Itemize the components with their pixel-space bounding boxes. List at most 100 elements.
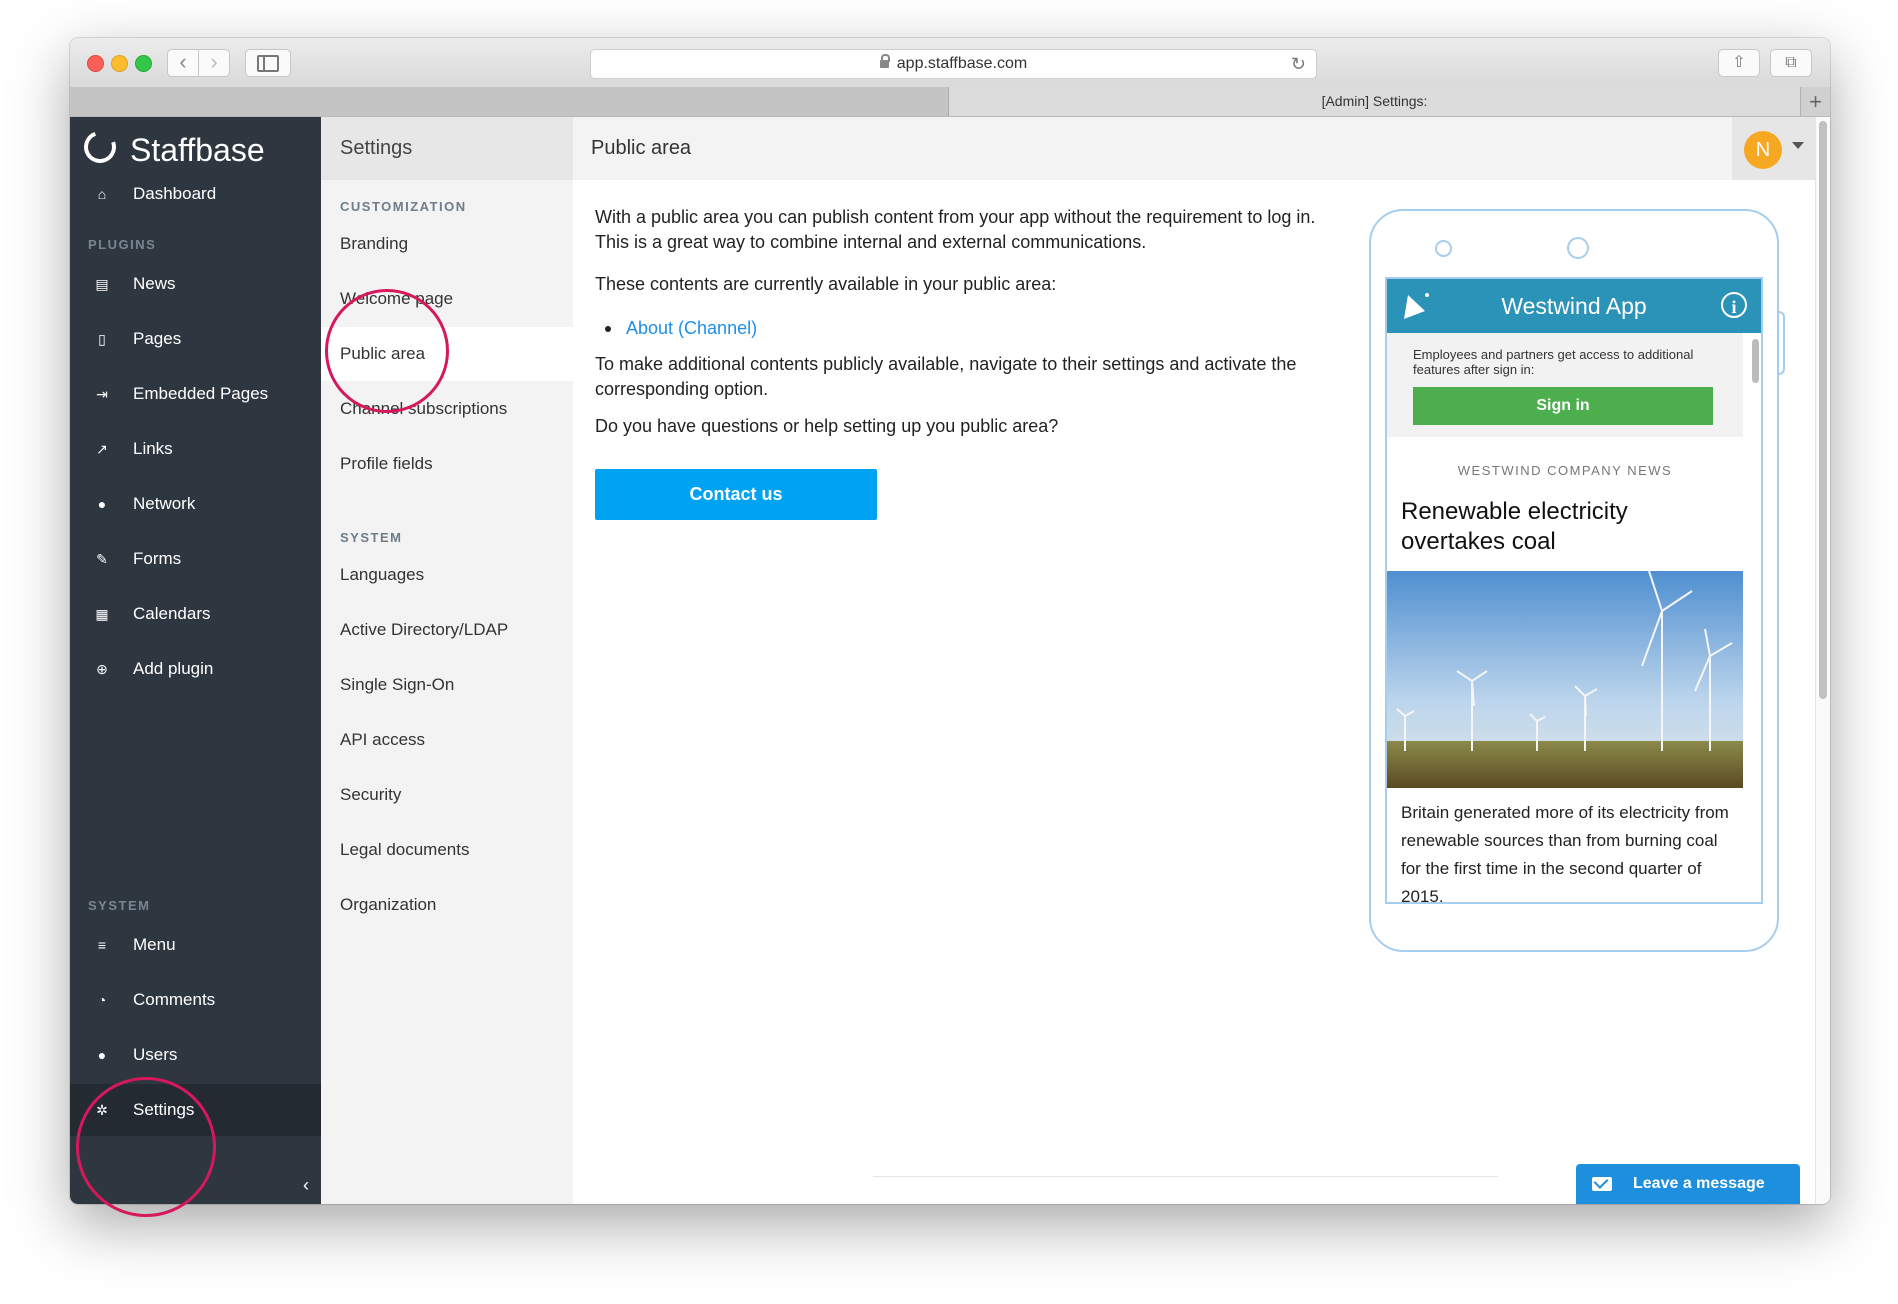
envelope-icon (1592, 1177, 1612, 1191)
settings-header: Settings (321, 117, 573, 180)
settings-item-label: Single Sign-On (340, 675, 455, 694)
comments-icon: ◔ (97, 992, 107, 1008)
sidebar-item-add-plugin[interactable]: ⊕ Add plugin (70, 643, 321, 695)
users-icon: ● (97, 1047, 107, 1063)
phone-sensor (1567, 237, 1589, 259)
back-button[interactable]: ‹ (167, 49, 199, 77)
sidebar-item-label: Pages (133, 329, 182, 348)
sidebar-item-embedded-pages[interactable]: ⇥ Embedded Pages (70, 368, 321, 420)
settings-item-label: Legal documents (340, 840, 470, 859)
settings-item-legal-documents[interactable]: Legal documents (321, 823, 573, 877)
info-icon[interactable]: i (1721, 292, 1747, 318)
external-link-icon: ↗ (96, 441, 108, 457)
question-text: Do you have questions or help setting up… (595, 416, 1059, 436)
chevron-down-icon[interactable] (1792, 142, 1804, 149)
sidebar-item-comments[interactable]: ◔ Comments (70, 974, 321, 1026)
phone-signin-box: Employees and partners get access to add… (1387, 333, 1743, 437)
browser-window: ‹ › app.staffbase.com ↻ ⇧ ⧉ [Admin] Sett… (70, 38, 1830, 1204)
leave-message-label: Leave a message (1633, 1175, 1765, 1192)
zoom-window-button[interactable] (135, 55, 152, 72)
news-body: Britain generated more of its electricit… (1401, 803, 1729, 904)
settings-item-label: Organization (340, 895, 437, 914)
sidebar-icon (257, 55, 279, 72)
forward-button[interactable]: › (198, 49, 230, 77)
sidebar-item-menu[interactable]: ≡ Menu (70, 919, 321, 971)
main-sidebar: Staffbase ⌂ Dashboard PLUGINS ▤ News ▯ P… (70, 117, 321, 1204)
news-title[interactable]: Renewable electricity overtakes coal (1401, 497, 1721, 557)
sidebar-item-label: Forms (133, 549, 182, 568)
phone-side-button (1777, 311, 1785, 375)
user-menu[interactable]: N (1732, 117, 1816, 180)
sidebar-item-pages[interactable]: ▯ Pages (70, 313, 321, 365)
settings-item-branding[interactable]: Branding (321, 217, 573, 271)
collapse-sidebar-button[interactable]: ‹ (303, 1175, 309, 1196)
sidebar-item-label: Users (133, 1045, 178, 1064)
settings-item-api-access[interactable]: API access (321, 713, 573, 767)
settings-item-label: API access (340, 730, 426, 749)
tab-overview-button[interactable]: ⧉ (1770, 49, 1812, 77)
settings-menu: Settings CUSTOMIZATION Branding Welcome … (321, 117, 573, 1204)
phone-signin-button[interactable]: Sign in (1413, 387, 1713, 425)
divider (873, 1176, 1498, 1177)
sidebar-item-dashboard[interactable]: ⌂ Dashboard (70, 168, 321, 220)
highlight-circle-settings (76, 1077, 216, 1217)
phone-scrollbar[interactable] (1752, 339, 1759, 383)
menu-icon: ≡ (97, 937, 107, 953)
reload-icon[interactable]: ↻ (1291, 50, 1306, 78)
tab-admin-settings[interactable]: [Admin] Settings: (949, 87, 1800, 116)
main-header: Public area N (573, 117, 1830, 180)
phone-preview: Westwind App i Employees and partners ge… (1369, 209, 1785, 952)
share-button[interactable]: ⇧ (1718, 49, 1760, 77)
main-content: Public area N With a public area you can… (573, 117, 1830, 1204)
leave-message-button[interactable]: Leave a message (1576, 1164, 1800, 1204)
close-window-button[interactable] (87, 55, 104, 72)
address-bar[interactable]: app.staffbase.com ↻ (590, 49, 1317, 79)
settings-item-languages[interactable]: Languages (321, 548, 573, 602)
sidebar-item-network[interactable]: ● Network (70, 478, 321, 530)
users-icon: ● (97, 496, 107, 512)
customization-header: CUSTOMIZATION (340, 199, 467, 214)
sidebar-item-links[interactable]: ↗ Links (70, 423, 321, 475)
main-scrollbar[interactable] (1815, 117, 1830, 1204)
minimize-window-button[interactable] (111, 55, 128, 72)
available-list-item: About (Channel) (595, 316, 1355, 341)
contact-us-button[interactable]: Contact us (595, 469, 877, 520)
bullet (605, 326, 611, 332)
settings-item-organization[interactable]: Organization (321, 878, 573, 932)
new-tab-button[interactable]: + (1800, 87, 1830, 116)
app: Staffbase ⌂ Dashboard PLUGINS ▤ News ▯ P… (70, 117, 1830, 1204)
sidebar-item-forms[interactable]: ✎ Forms (70, 533, 321, 585)
settings-title: Settings (340, 137, 413, 159)
tab-inactive[interactable] (70, 87, 949, 116)
plus-circle-icon: ⊕ (96, 661, 108, 677)
sidebar-item-label: Menu (133, 935, 176, 954)
sidebar-toggle-button[interactable] (245, 49, 291, 77)
chevron-right-icon: › (210, 49, 218, 74)
sidebar-item-label: Calendars (133, 604, 211, 623)
settings-item-label: Profile fields (340, 454, 433, 473)
phone-screen: Westwind App i Employees and partners ge… (1385, 277, 1763, 904)
sidebar-item-news[interactable]: ▤ News (70, 258, 321, 310)
settings-item-single-sign-on[interactable]: Single Sign-On (321, 658, 573, 712)
avatar[interactable]: N (1744, 131, 1782, 169)
public-area-description: With a public area you can publish conte… (595, 205, 1355, 439)
settings-item-label: Security (340, 785, 402, 804)
phone-app-title: Westwind App (1501, 293, 1647, 319)
news-kicker: WESTWIND COMPANY NEWS (1457, 463, 1673, 478)
sidebar-item-calendars[interactable]: ▦ Calendars (70, 588, 321, 640)
sidebar-item-label: Dashboard (133, 184, 217, 203)
sidebar-item-label: Add plugin (133, 659, 214, 678)
embed-icon: ⇥ (96, 386, 108, 402)
settings-item-label: Languages (340, 565, 425, 584)
main-scrollbar-thumb[interactable] (1819, 121, 1827, 699)
settings-item-security[interactable]: Security (321, 768, 573, 822)
staffbase-logo-icon (78, 125, 122, 169)
settings-item-profile-fields[interactable]: Profile fields (321, 437, 573, 491)
about-channel-link[interactable]: About (Channel) (626, 316, 757, 341)
intro-line-1: With a public area you can publish conte… (595, 207, 1316, 227)
sidebar-item-label: Network (133, 494, 196, 513)
sidebar-item-label: Embedded Pages (133, 384, 269, 403)
sidebar-item-users[interactable]: ● Users (70, 1029, 321, 1081)
settings-item-active-directory[interactable]: Active Directory/LDAP (321, 603, 573, 657)
brand-name: Staffbase (130, 132, 265, 168)
